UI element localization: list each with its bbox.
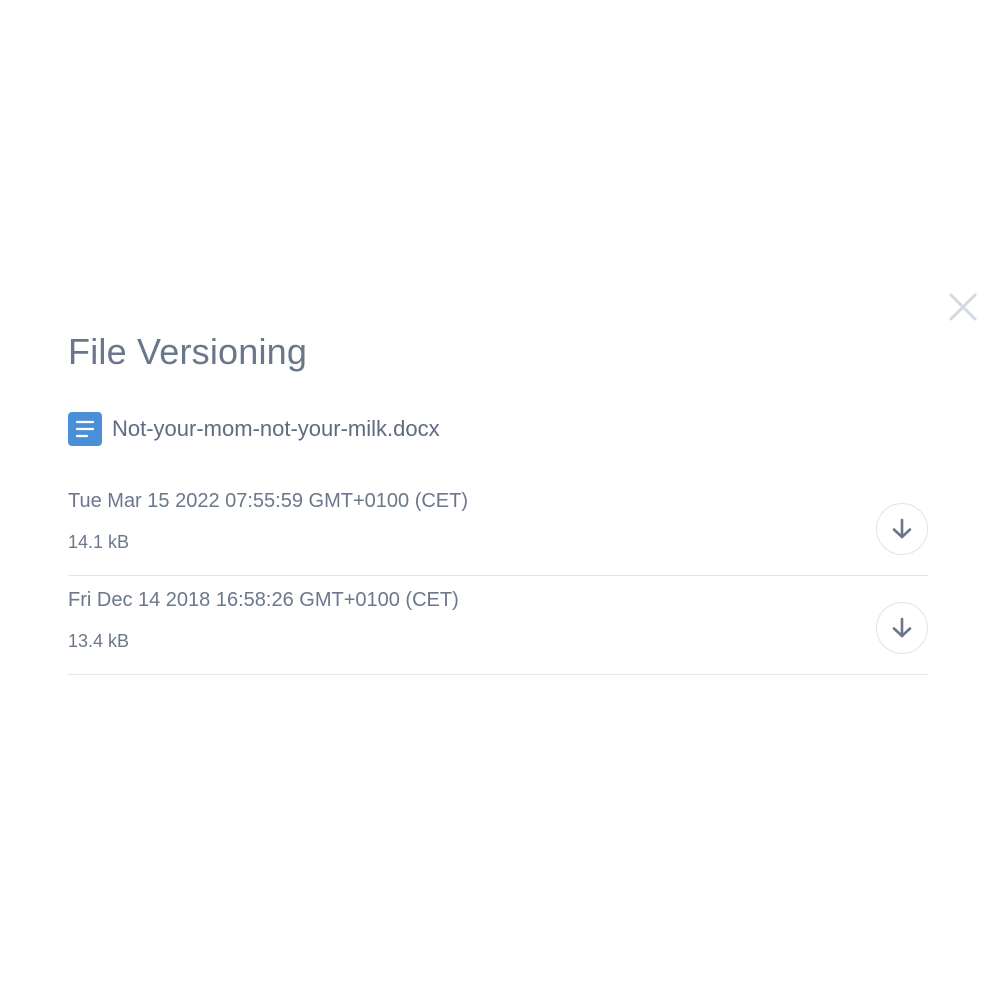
download-arrow-icon bbox=[892, 617, 912, 638]
file-info: Not-your-mom-not-your-milk.docx bbox=[68, 412, 440, 446]
close-icon bbox=[949, 293, 977, 321]
document-icon bbox=[68, 412, 102, 446]
file-name: Not-your-mom-not-your-milk.docx bbox=[112, 416, 440, 441]
version-list: Tue Mar 15 2022 07:55:59 GMT+0100 (CET) … bbox=[68, 480, 928, 675]
download-arrow-icon bbox=[892, 518, 912, 539]
version-row: Tue Mar 15 2022 07:55:59 GMT+0100 (CET) … bbox=[68, 480, 928, 576]
version-size: 13.4 kB bbox=[68, 631, 130, 651]
close-button[interactable] bbox=[946, 290, 980, 324]
file-versioning-dialog: File Versioning Not-your-mom-not-your-mi… bbox=[0, 0, 1000, 1000]
download-button[interactable] bbox=[876, 503, 928, 555]
version-row: Fri Dec 14 2018 16:58:26 GMT+0100 (CET) … bbox=[68, 579, 928, 675]
download-button[interactable] bbox=[876, 602, 928, 654]
version-size: 14.1 kB bbox=[68, 532, 130, 552]
version-date: Fri Dec 14 2018 16:58:26 GMT+0100 (CET) bbox=[68, 589, 459, 611]
dialog-title: File Versioning bbox=[68, 331, 308, 372]
version-date: Tue Mar 15 2022 07:55:59 GMT+0100 (CET) bbox=[68, 490, 469, 512]
